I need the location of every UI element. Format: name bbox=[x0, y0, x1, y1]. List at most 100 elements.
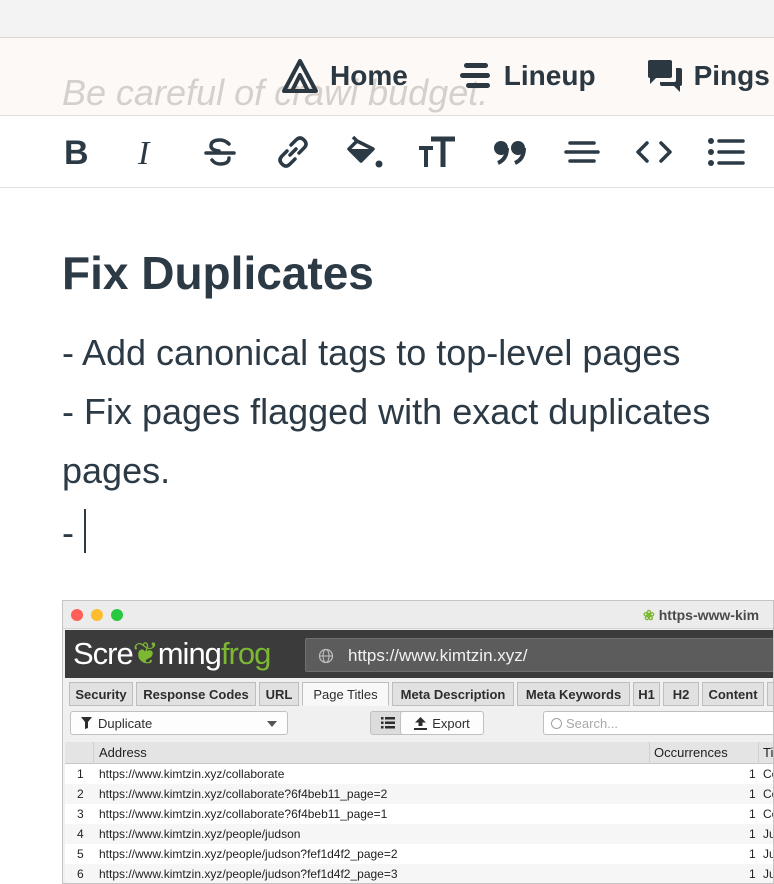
text-cursor bbox=[84, 509, 86, 553]
table-row[interactable]: 5 https://www.kimtzin.xyz/people/judson?f… bbox=[65, 844, 773, 864]
app-nav-bar: Be careful of crawl budget. Home Lineup … bbox=[0, 38, 774, 115]
bullet-line-2-continued: pages. bbox=[62, 450, 171, 491]
tab-meta-keywords[interactable]: Meta Keywords bbox=[517, 682, 630, 706]
nav-item-lineup-label: Lineup bbox=[503, 60, 596, 91]
title-cell: Co bbox=[763, 787, 773, 801]
bullet-line-3-text: - bbox=[62, 512, 74, 553]
tab-page-titles[interactable]: Page Titles bbox=[302, 682, 389, 706]
italic-icon: I bbox=[137, 136, 151, 168]
frog-app-icon: ❀ bbox=[643, 607, 655, 623]
row-number: 4 bbox=[77, 827, 84, 841]
filter-funnel-icon bbox=[81, 717, 92, 729]
bullet-line-3: - bbox=[62, 509, 86, 554]
svg-text:I: I bbox=[137, 136, 151, 168]
chevron-down-icon bbox=[267, 721, 277, 727]
column-header-occurrences[interactable]: Occurrences bbox=[654, 745, 728, 760]
export-button-label: Export bbox=[432, 715, 470, 731]
bullet-list-icon bbox=[708, 138, 745, 166]
quote-icon bbox=[494, 141, 526, 165]
tab-h2[interactable]: H2 bbox=[663, 682, 699, 706]
fill-color-icon bbox=[347, 135, 383, 168]
tab-response-codes[interactable]: Response Codes bbox=[136, 682, 256, 706]
tab-url[interactable]: URL bbox=[259, 682, 299, 706]
filter-dropdown-value: Duplicate bbox=[98, 715, 153, 731]
occurrences-cell: 1 bbox=[749, 767, 756, 781]
chat-bubbles-icon bbox=[647, 60, 682, 92]
title-cell: Co bbox=[763, 767, 773, 781]
title-cell: Ju bbox=[763, 827, 773, 841]
tab-overflow[interactable] bbox=[767, 682, 773, 706]
nav-item-lineup[interactable]: Lineup bbox=[458, 55, 596, 97]
nav-item-home[interactable]: Home bbox=[280, 55, 408, 97]
table-row[interactable]: 3 https://www.kimtzin.xyz/collaborate?6f4… bbox=[65, 804, 773, 824]
address-cell: https://www.kimtzin.xyz/people/judson bbox=[99, 827, 301, 841]
table-row[interactable]: 2 https://www.kimtzin.xyz/collaborate?6f4… bbox=[65, 784, 773, 804]
bold-icon: B bbox=[64, 136, 89, 168]
row-number: 1 bbox=[77, 767, 84, 781]
occurrences-cell: 1 bbox=[749, 827, 756, 841]
export-button[interactable]: Export bbox=[400, 711, 484, 735]
row-number: 2 bbox=[77, 787, 84, 801]
search-input[interactable]: Search... bbox=[543, 711, 773, 735]
crawl-url-value: https://www.kimtzin.xyz/ bbox=[348, 646, 528, 665]
logo-text-3: frog bbox=[220, 636, 271, 671]
row-number: 6 bbox=[77, 867, 84, 881]
crawl-url-field[interactable]: https://www.kimtzin.xyz/ bbox=[305, 638, 773, 672]
occurrences-cell: 1 bbox=[749, 867, 756, 881]
tab-meta-description[interactable]: Meta Description bbox=[392, 682, 514, 706]
minimize-dot-icon bbox=[91, 609, 103, 621]
title-cell: Ju bbox=[763, 847, 773, 861]
address-cell: https://www.kimtzin.xyz/collaborate?6f4b… bbox=[99, 787, 388, 801]
occurrences-cell: 1 bbox=[749, 787, 756, 801]
logo-frog-icon: ❦ bbox=[132, 636, 159, 671]
horizontal-rule-icon bbox=[564, 141, 600, 163]
tab-security[interactable]: Security bbox=[69, 682, 133, 706]
bold-button[interactable]: B bbox=[56, 132, 96, 172]
document-heading: Fix Duplicates bbox=[62, 247, 374, 299]
fill-color-button[interactable] bbox=[345, 132, 385, 172]
browser-top-strip bbox=[0, 0, 774, 38]
address-cell: https://www.kimtzin.xyz/collaborate bbox=[99, 767, 285, 781]
text-size-button[interactable] bbox=[417, 132, 457, 172]
horizontal-rule-button[interactable] bbox=[562, 132, 602, 172]
bullet-list-button[interactable] bbox=[706, 132, 746, 172]
row-number: 3 bbox=[77, 807, 84, 821]
address-cell: https://www.kimtzin.xyz/people/judson?fe… bbox=[99, 867, 398, 881]
quote-button[interactable] bbox=[490, 132, 530, 172]
screaming-frog-logo: Scre❦mingfrog bbox=[73, 636, 271, 672]
window-titlebar: ❀ https-www-kim bbox=[63, 601, 773, 629]
upload-icon bbox=[414, 716, 428, 730]
italic-button[interactable]: I bbox=[127, 132, 167, 172]
code-icon bbox=[636, 141, 672, 163]
table-row[interactable]: 6 https://www.kimtzin.xyz/people/judson?f… bbox=[65, 864, 773, 883]
link-button[interactable] bbox=[273, 132, 313, 172]
strikethrough-button[interactable] bbox=[200, 132, 240, 172]
list-view-icon bbox=[381, 717, 395, 729]
tab-content[interactable]: Content bbox=[702, 682, 764, 706]
logo-text-2: ming bbox=[157, 636, 222, 671]
sf-header-bar: Scre❦mingfrog https://www.kimtzin.xyz/ bbox=[65, 630, 773, 678]
code-button[interactable] bbox=[634, 132, 674, 172]
title-cell: Ju bbox=[763, 867, 773, 881]
logo-text-1: Scre bbox=[73, 636, 134, 671]
column-header-address[interactable]: Address bbox=[99, 745, 147, 760]
formatting-toolbar: B I bbox=[0, 115, 774, 188]
nav-item-pings[interactable]: Pings bbox=[646, 55, 770, 97]
filter-dropdown[interactable]: Duplicate bbox=[70, 711, 288, 735]
occurrences-cell: 1 bbox=[749, 807, 756, 821]
table-header: Address Occurrences Ti bbox=[65, 742, 773, 764]
close-dot-icon bbox=[71, 609, 83, 621]
embedded-screenshot[interactable]: ❀ https-www-kim Scre❦mingfrog https://www… bbox=[62, 600, 774, 884]
column-header-title[interactable]: Ti bbox=[763, 745, 773, 760]
table-row[interactable]: 4 https://www.kimtzin.xyz/people/judson 1 J… bbox=[65, 824, 773, 844]
table-row[interactable]: 1 https://www.kimtzin.xyz/collaborate 1 Co bbox=[65, 764, 773, 784]
lineup-icon bbox=[459, 63, 490, 88]
address-cell: https://www.kimtzin.xyz/collaborate?6f4b… bbox=[99, 807, 388, 821]
search-icon bbox=[551, 717, 562, 729]
svg-text:B: B bbox=[64, 136, 89, 168]
campfire-icon bbox=[282, 59, 318, 93]
occurrences-cell: 1 bbox=[749, 847, 756, 861]
bullet-line-1: - Add canonical tags to top-level pages bbox=[62, 332, 681, 373]
sf-filter-controls: Duplicate Export Search... bbox=[63, 708, 773, 740]
tab-h1[interactable]: H1 bbox=[633, 682, 660, 706]
